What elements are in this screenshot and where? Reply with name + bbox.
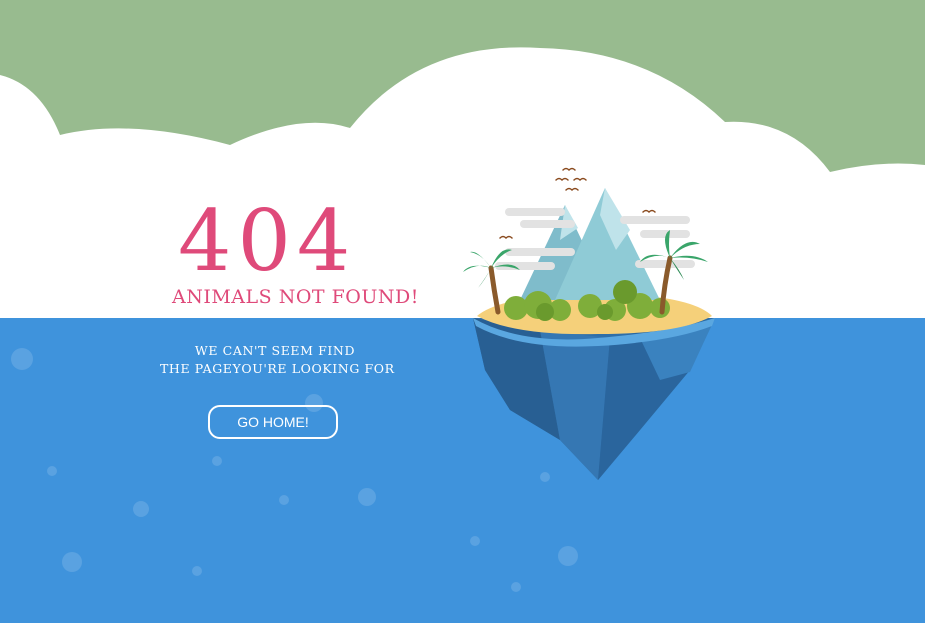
background-scene [0,0,925,623]
sea-background [0,318,925,623]
go-home-button[interactable]: GO HOME! [208,405,338,439]
